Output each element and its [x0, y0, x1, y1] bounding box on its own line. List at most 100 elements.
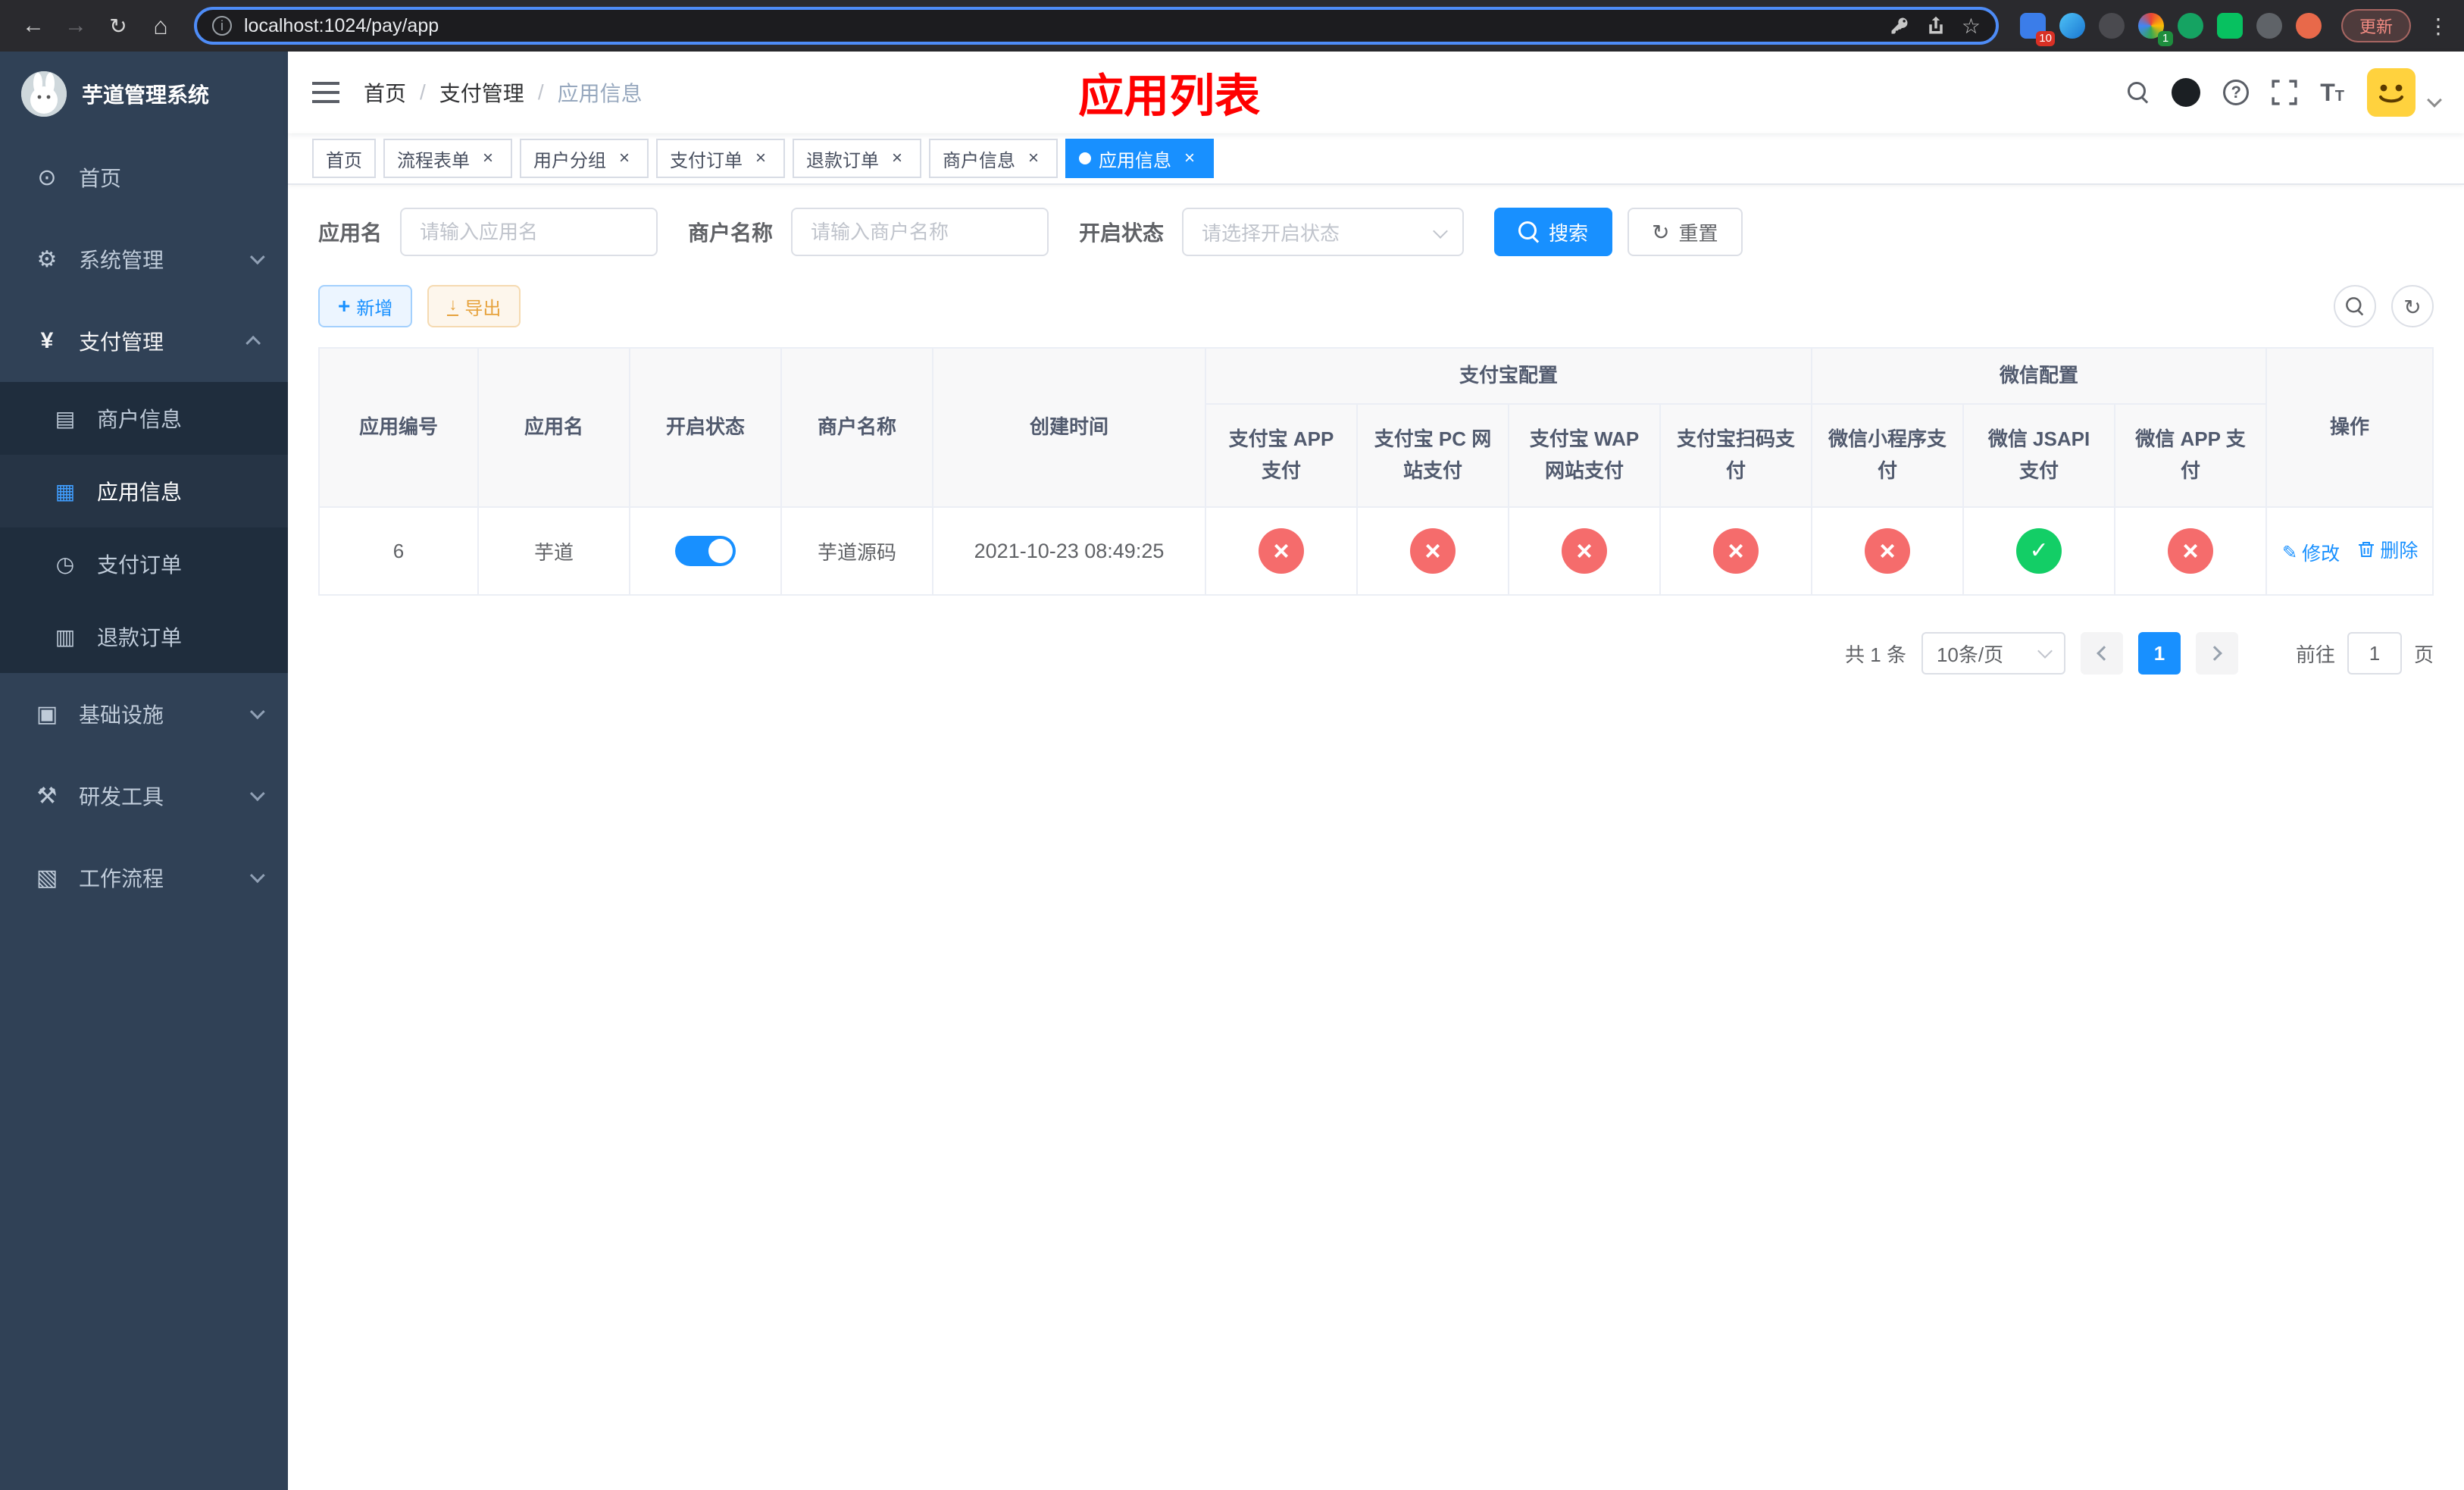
extension-icon-8[interactable] — [2295, 13, 2322, 39]
cell-created: 2021-10-23 08:49:25 — [932, 506, 1206, 596]
close-icon[interactable] — [614, 148, 635, 169]
tab-label: 支付订单 — [670, 150, 743, 171]
reset-button[interactable]: 重置 — [1628, 208, 1743, 256]
toggle-search-button[interactable] — [2334, 285, 2376, 327]
col-status: 开启状态 — [629, 347, 782, 508]
extension-badge: 1 — [2157, 31, 2173, 46]
sidebar-item-payment[interactable]: 支付管理 — [0, 300, 288, 382]
tab-process-form[interactable]: 流程表单 — [383, 139, 512, 178]
status-cross-icon — [2168, 528, 2214, 574]
app-name-input[interactable] — [400, 208, 658, 256]
search-button[interactable]: 搜索 — [1494, 208, 1613, 256]
help-icon[interactable] — [2223, 80, 2250, 105]
app-logo-row: 芋道管理系统 — [0, 52, 288, 136]
tab-user-group[interactable]: 用户分组 — [520, 139, 649, 178]
page-content: 应用名 商户名称 开启状态 请选择开启状态 — [288, 185, 2464, 1490]
status-check-icon — [2016, 528, 2062, 574]
export-button[interactable]: 导出 — [427, 285, 521, 327]
sidebar-item-merchant-info[interactable]: 商户信息 — [0, 382, 288, 455]
chevron-left-icon — [2097, 646, 2112, 661]
avatar[interactable] — [2367, 68, 2416, 117]
col-merchant: 商户名称 — [780, 347, 933, 508]
status-cross-icon — [1410, 528, 1456, 574]
extension-icon-7[interactable] — [2256, 13, 2282, 39]
close-icon[interactable] — [886, 148, 908, 169]
avatar-caret-icon[interactable] — [2427, 92, 2442, 108]
extension-icon-1[interactable]: 10 — [2019, 13, 2055, 46]
search-icon[interactable] — [2128, 82, 2149, 103]
credit-card-icon — [48, 406, 82, 431]
browser-reload-icon[interactable] — [100, 8, 136, 44]
sidebar-item-system[interactable]: 系统管理 — [0, 218, 288, 300]
tab-merchant-info[interactable]: 商户信息 — [929, 139, 1058, 178]
extension-icon-4[interactable]: 1 — [2137, 13, 2173, 46]
sidebar-item-label: 研发工具 — [79, 785, 164, 809]
filter-label: 商户名称 — [688, 221, 774, 245]
goto-page-input[interactable] — [2347, 632, 2402, 675]
sidebar-item-pay-order[interactable]: 支付订单 — [0, 527, 288, 600]
extension-icon-3[interactable] — [2098, 13, 2125, 39]
github-icon[interactable] — [2172, 78, 2201, 107]
col-wx-lite: 微信小程序支付 — [1811, 403, 1965, 508]
browser-menu-icon[interactable] — [2428, 14, 2449, 39]
breadcrumb-home[interactable]: 首页 — [364, 77, 406, 108]
sidebar-collapse-icon[interactable] — [312, 82, 339, 103]
chevron-down-icon — [2037, 643, 2053, 659]
merchant-name-input[interactable] — [791, 208, 1049, 256]
page-size-select[interactable]: 10条/页 — [1921, 632, 2065, 675]
fullscreen-icon[interactable] — [2272, 80, 2297, 105]
sidebar-item-infra[interactable]: 基础设施 — [0, 673, 288, 755]
add-button[interactable]: 新增 — [318, 285, 413, 327]
password-key-icon[interactable] — [1889, 15, 1910, 36]
browser-forward-icon[interactable] — [58, 8, 94, 44]
tab-label: 商户信息 — [943, 150, 1015, 171]
current-page-button[interactable]: 1 — [2137, 632, 2181, 675]
next-page-button[interactable] — [2195, 632, 2238, 675]
extension-icon-6[interactable] — [2216, 13, 2243, 39]
chevron-right-icon — [2207, 646, 2222, 661]
col-app-id: 应用编号 — [318, 347, 479, 508]
sidebar-item-refund-order[interactable]: 退款订单 — [0, 600, 288, 673]
close-icon[interactable] — [750, 148, 771, 169]
sidebar-item-label: 工作流程 — [79, 867, 164, 891]
browser-back-icon[interactable] — [15, 8, 52, 44]
grid-icon — [48, 479, 82, 504]
button-label: 重置 — [1678, 221, 1718, 245]
col-app-name: 应用名 — [477, 347, 630, 508]
tab-app-info[interactable]: 应用信息 — [1065, 139, 1214, 178]
status-toggle[interactable] — [675, 536, 736, 566]
extension-icon-2[interactable] — [2059, 13, 2085, 39]
close-icon[interactable] — [1179, 148, 1200, 169]
tab-refund-order[interactable]: 退款订单 — [793, 139, 921, 178]
sidebar-item-workflow[interactable]: 工作流程 — [0, 837, 288, 919]
browser-update-button[interactable]: 更新 — [2340, 9, 2411, 42]
refresh-table-button[interactable] — [2391, 285, 2434, 327]
main-area: 首页 支付管理 应用信息 应用列表 — [288, 52, 2464, 1490]
prev-page-button[interactable] — [2080, 632, 2123, 675]
close-icon[interactable] — [477, 148, 499, 169]
share-icon[interactable] — [1925, 15, 1946, 36]
sidebar-item-home[interactable]: 首页 — [0, 136, 288, 218]
tab-home[interactable]: 首页 — [312, 139, 376, 178]
pagination: 共 1 条 10条/页 1 前往 页 — [318, 632, 2434, 675]
browser-chrome: localhost:1024/pay/app 10 1 更新 — [0, 0, 2464, 52]
close-icon[interactable] — [1023, 148, 1044, 169]
navbar-actions — [2128, 68, 2442, 117]
site-info-icon[interactable] — [212, 16, 232, 36]
font-size-icon[interactable] — [2320, 79, 2344, 107]
breadcrumb-separator — [538, 80, 544, 105]
breadcrumb-payment[interactable]: 支付管理 — [439, 77, 524, 108]
tab-label: 首页 — [326, 150, 362, 171]
browser-home-icon[interactable] — [142, 8, 179, 44]
chevron-down-icon — [249, 786, 265, 802]
sidebar-item-app-info[interactable]: 应用信息 — [0, 455, 288, 527]
tab-pay-order[interactable]: 支付订单 — [656, 139, 785, 178]
url-bar[interactable]: localhost:1024/pay/app — [194, 7, 1999, 45]
extension-icon-5[interactable] — [2177, 13, 2203, 39]
delete-link[interactable]: 删除 — [2357, 536, 2418, 563]
plus-icon — [338, 294, 350, 318]
status-select[interactable]: 请选择开启状态 — [1182, 208, 1465, 256]
sidebar-item-devtools[interactable]: 研发工具 — [0, 755, 288, 837]
bookmark-star-icon[interactable] — [1962, 14, 1981, 39]
edit-link[interactable]: 修改 — [2282, 539, 2340, 566]
